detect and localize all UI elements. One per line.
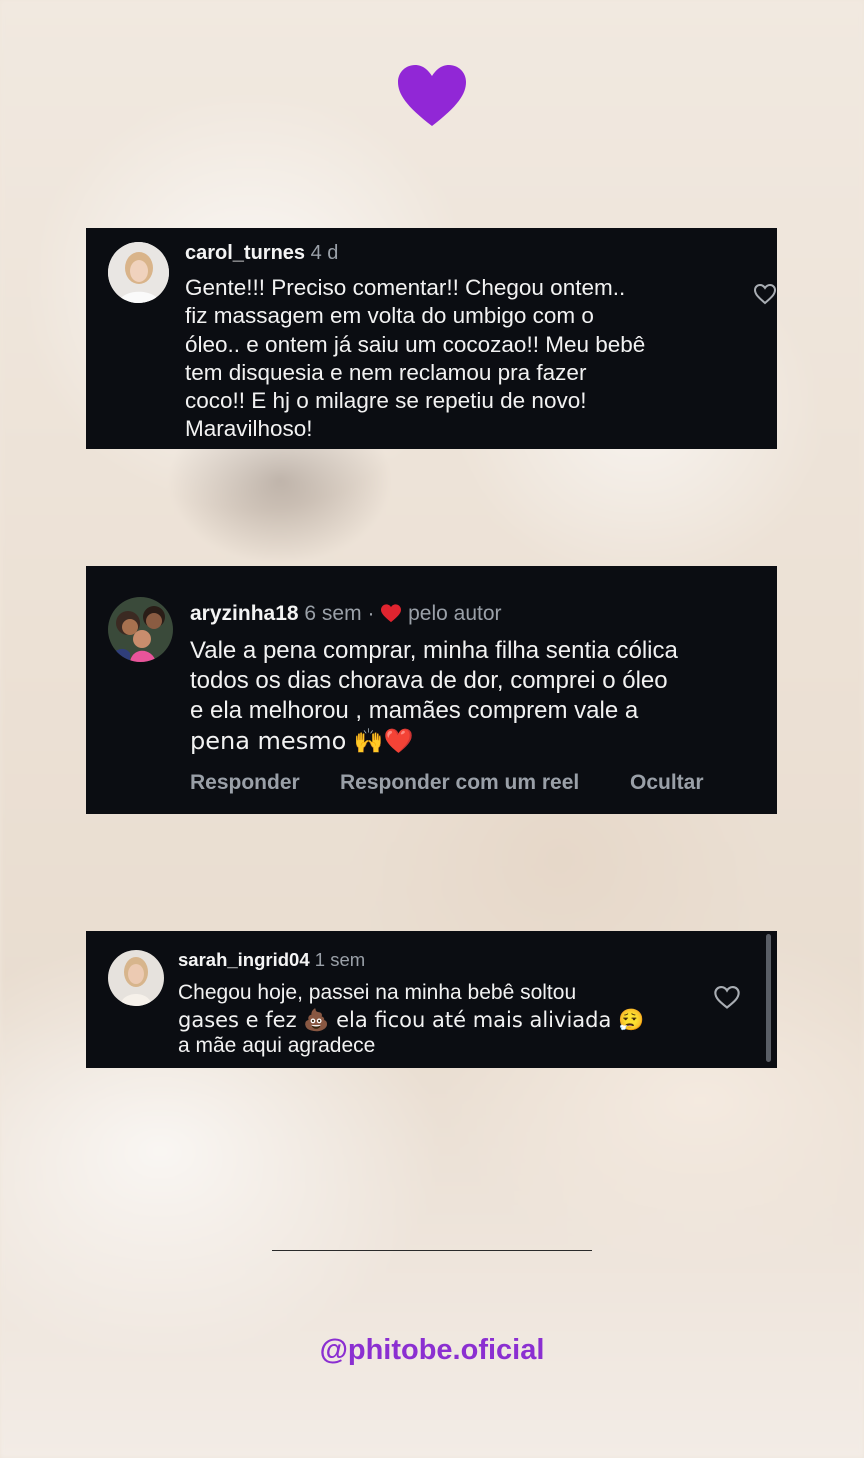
username-text[interactable]: carol_turnes	[185, 242, 305, 264]
comment-line: e ela melhorou , mamães comprem vale a	[190, 697, 639, 724]
comment-line: Vale a pena comprar, minha filha sentia …	[190, 637, 678, 664]
purple-heart-icon	[398, 65, 466, 126]
scrollbar[interactable]	[766, 934, 771, 1062]
comment-actions: Responder Responder com um reel Ocultar	[190, 771, 750, 797]
comment-line: tem disquesia e nem reclamou pra fazer	[185, 359, 587, 385]
brand-handle[interactable]: @phitobe.oficial	[0, 1334, 864, 1367]
comment-line: óleo.. e ontem já saiu um cocozao!! Meu …	[185, 331, 646, 357]
reply-with-reel-button[interactable]: Responder com um reel	[340, 771, 579, 795]
comment-username[interactable]: aryzinha18 6 sem · pelo autor	[190, 602, 502, 626]
reply-button[interactable]: Responder	[190, 771, 300, 795]
comment-text: Vale a pena comprar, minha filha sentia …	[190, 636, 678, 756]
avatar[interactable]	[108, 597, 173, 662]
comment-line: gases e fez 💩 ela ficou até mais aliviad…	[178, 1007, 645, 1032]
comment-line: pena mesmo 🙌❤️	[190, 727, 414, 755]
comment-text: Chegou hoje, passei na minha bebê soltou…	[178, 980, 644, 1060]
username-text[interactable]: aryzinha18	[190, 602, 299, 625]
comment-line: Gente!!! Preciso comentar!! Chegou ontem…	[185, 275, 626, 300]
comment-line: coco!! E hj o milagre se repetiu de novo…	[185, 388, 587, 414]
comment-username[interactable]: carol_turnes 4 d	[185, 242, 338, 265]
meta-separator: ·	[367, 602, 375, 625]
liked-by-author-label: pelo autor	[408, 602, 502, 625]
hide-button[interactable]: Ocultar	[630, 771, 704, 795]
comment-time: 4 d	[310, 242, 339, 264]
comment-card-1: carol_turnes 4 d Gente!!! Preciso coment…	[86, 228, 777, 449]
comment-line: a mãe aqui agradece	[178, 1034, 376, 1057]
divider-line	[272, 1250, 592, 1251]
like-heart-icon[interactable]	[713, 984, 741, 1010]
comment-time: 1 sem	[314, 949, 366, 970]
comment-line: Chegou hoje, passei na minha bebê soltou	[178, 981, 577, 1004]
avatar[interactable]	[108, 242, 169, 303]
author-liked-heart-icon	[381, 604, 402, 623]
like-heart-icon[interactable]	[753, 282, 777, 306]
comment-line: Maravilhoso!	[185, 416, 313, 442]
comment-time: 6 sem	[304, 602, 362, 625]
username-text[interactable]: sarah_ingrid04	[178, 949, 310, 970]
comment-text: Gente!!! Preciso comentar!! Chegou ontem…	[185, 274, 645, 444]
comment-card-3: sarah_ingrid04 1 sem Chegou hoje, passei…	[86, 931, 777, 1068]
comment-line: fiz massagem em volta do umbigo com o	[185, 303, 594, 329]
comment-card-2: aryzinha18 6 sem · pelo autor Vale a pen…	[86, 566, 777, 814]
comment-line: todos os dias chorava de dor, comprei o …	[190, 667, 668, 694]
avatar[interactable]	[108, 950, 164, 1006]
comment-username[interactable]: sarah_ingrid04 1 sem	[178, 949, 365, 971]
